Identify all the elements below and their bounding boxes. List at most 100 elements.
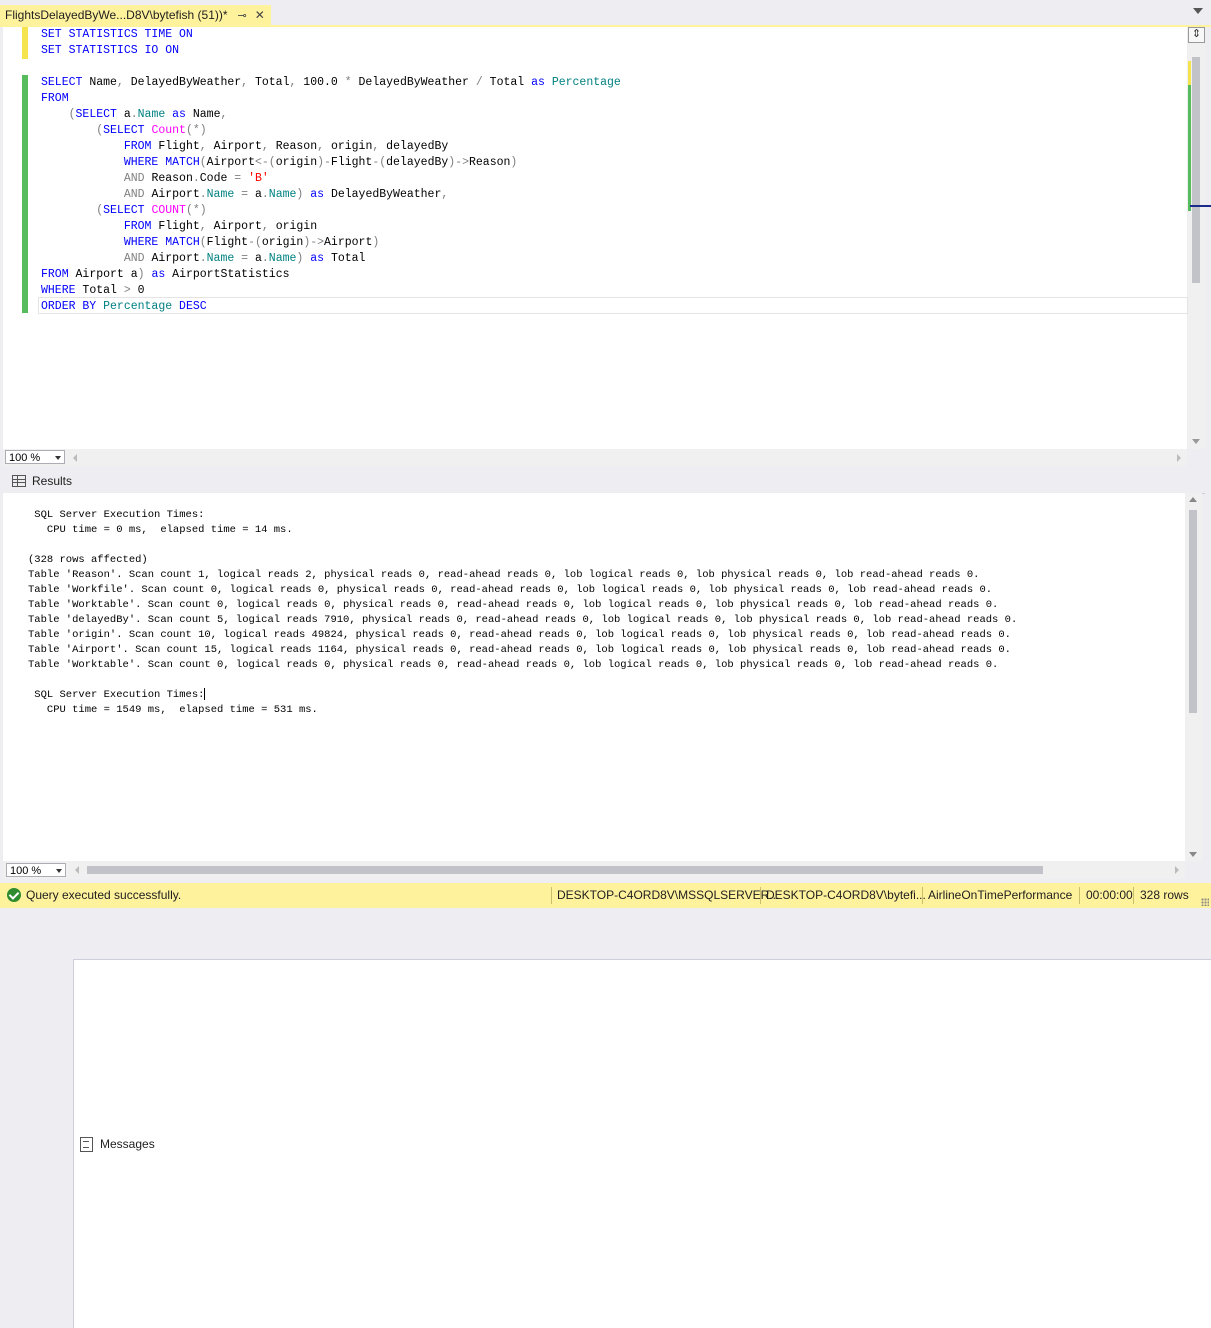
message-line	[28, 673, 1017, 688]
scroll-right-icon[interactable]	[1177, 454, 1181, 462]
messages-vertical-scrollbar[interactable]	[1185, 493, 1202, 861]
code-token: ,	[317, 140, 331, 153]
code-token: SELECT	[103, 204, 152, 217]
code-line: FROM	[41, 91, 621, 107]
code-token: a	[254, 188, 262, 201]
code-token: AND	[123, 188, 152, 201]
sql-query-editor[interactable]: SET STATISTICS TIME ON SET STATISTICS IO …	[3, 27, 1188, 449]
code-token: ,	[289, 76, 304, 89]
code-token: Flight	[330, 156, 373, 169]
messages-horizontal-scroll-thumb[interactable]	[87, 866, 1043, 874]
scrollbar-caret-marker	[1190, 205, 1211, 207]
code-line: ORDER BY Percentage DESC	[41, 299, 621, 315]
code-token: AND	[123, 252, 152, 265]
message-line: Table 'Worktable'. Scan count 0, logical…	[28, 599, 999, 611]
messages-zoom-select[interactable]: 100 %	[6, 863, 66, 877]
code-token: Count	[151, 124, 186, 137]
scroll-down-icon[interactable]	[1189, 852, 1197, 857]
code-token: )-	[317, 156, 331, 169]
code-token: Name	[89, 76, 117, 89]
editor-zoom-select[interactable]: 100 %	[5, 450, 65, 464]
pin-icon[interactable]: ⊸	[238, 9, 247, 22]
message-line: Table 'delayedBy'. Scan count 5, logical…	[28, 614, 1018, 626]
code-token: ,	[241, 76, 255, 89]
code-line: (SELECT Count(*)	[41, 123, 621, 139]
code-token: as	[172, 108, 193, 121]
query-document-tab[interactable]: FlightsDelayedByWe...D8V\bytefish (51))*…	[0, 5, 271, 25]
code-token: ,	[220, 108, 228, 121]
scroll-left-icon[interactable]	[75, 866, 79, 874]
code-token: (*)	[185, 204, 207, 217]
editor-zoom-bar: 100 %	[3, 449, 1187, 466]
code-token: a	[123, 108, 131, 121]
status-server: DESKTOP-C4ORD8V\MSSQLSERVER...	[557, 888, 780, 902]
status-message: Query executed successfully.	[26, 888, 182, 902]
status-divider	[1079, 887, 1080, 904]
status-divider	[760, 887, 761, 904]
code-token: 0	[137, 284, 145, 297]
code-line: (SELECT a.Name as Name,	[41, 107, 621, 123]
resize-grip-icon[interactable]	[1201, 898, 1209, 906]
code-token: =	[241, 252, 255, 265]
editor-zoom-value: 100 %	[9, 452, 41, 464]
code-token: ,	[116, 76, 131, 89]
status-rows: 328 rows	[1140, 888, 1189, 902]
text-caret	[204, 688, 206, 701]
code-token: Total	[254, 76, 290, 89]
scroll-left-icon[interactable]	[73, 454, 77, 462]
split-editor-icon[interactable]: ⇕	[1188, 27, 1205, 43]
tab-messages[interactable]: Messages	[73, 959, 1211, 1328]
messages-zoom-bar: 100 %	[3, 861, 1185, 879]
code-token: (*)	[185, 124, 207, 137]
results-tab-strip: Results Messages	[3, 466, 1211, 1328]
code-token: FROM	[41, 268, 76, 281]
code-token: Percentage	[551, 76, 621, 89]
code-token: =	[241, 188, 255, 201]
tab-results[interactable]: Results	[6, 470, 78, 492]
code-token: Airport	[213, 220, 262, 233]
scroll-up-icon[interactable]	[1189, 497, 1197, 502]
code-token: ORDER BY	[41, 300, 104, 313]
code-token: origin	[275, 156, 318, 169]
code-token: ,	[199, 140, 214, 153]
message-line: Table 'Worktable'. Scan count 0, logical…	[28, 659, 999, 671]
code-token: COUNT	[151, 204, 186, 217]
code-token: Total	[82, 284, 124, 297]
scroll-down-icon[interactable]	[1192, 439, 1200, 444]
code-token: )	[510, 156, 518, 169]
scrollbar-saved-marker	[1188, 85, 1191, 211]
code-token: Airport	[151, 252, 200, 265]
code-token: <-(	[254, 156, 276, 169]
code-token: as	[151, 268, 173, 281]
code-token: Name	[192, 108, 221, 121]
close-icon[interactable]: ✕	[255, 8, 265, 22]
editor-scroll-thumb[interactable]	[1192, 57, 1200, 283]
code-line: FROM Flight, Airport, Reason, origin, de…	[41, 139, 621, 155]
status-elapsed: 00:00:00	[1086, 888, 1133, 902]
code-token: Name	[268, 188, 297, 201]
code-token: DelayedByWeather	[358, 76, 476, 89]
code-token: ,	[261, 140, 276, 153]
messages-scroll-thumb[interactable]	[1189, 510, 1197, 713]
code-token: .	[130, 108, 138, 121]
code-token: origin	[330, 140, 373, 153]
code-token: Airport	[151, 188, 200, 201]
tab-list-dropdown-icon[interactable]	[1193, 8, 1203, 14]
code-token: (	[199, 156, 207, 169]
status-divider	[922, 887, 923, 904]
messages-pane[interactable]: SQL Server Execution Times: CPU time = 0…	[3, 493, 1185, 861]
messages-output: SQL Server Execution Times: CPU time = 0…	[28, 508, 1017, 718]
code-token: Reason	[469, 156, 511, 169]
code-token: Reason	[151, 172, 193, 185]
code-token: .	[261, 188, 269, 201]
code-token: ,	[372, 140, 387, 153]
code-line: AND Airport.Name = a.Name) as Total	[41, 251, 621, 267]
code-token: (	[199, 236, 207, 249]
scroll-right-icon[interactable]	[1175, 866, 1179, 874]
status-bar: Query executed successfully. DESKTOP-C4O…	[0, 883, 1211, 908]
code-token: Flight	[158, 140, 200, 153]
code-line: AND Reason.Code = 'B'	[41, 171, 621, 187]
